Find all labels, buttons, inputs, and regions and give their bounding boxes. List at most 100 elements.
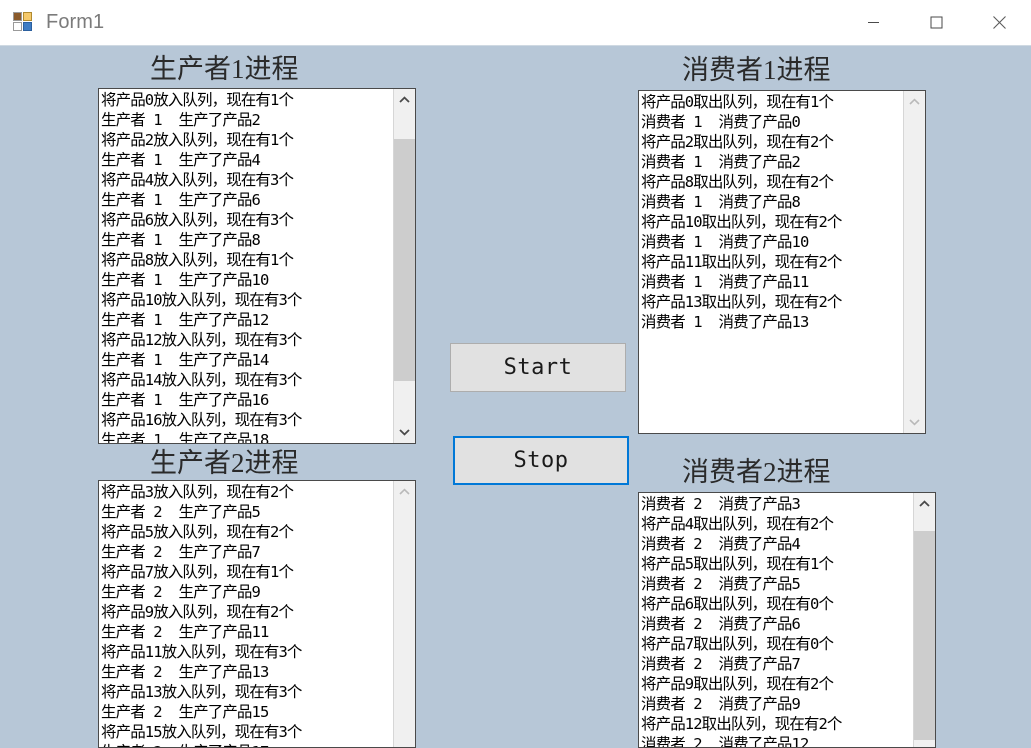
log-line: 将产品6取出队列，现在有0个	[641, 595, 834, 613]
scroll-track[interactable]	[904, 113, 925, 411]
log-line: 消费者 2 消费了产品9	[641, 695, 801, 713]
form-window: Form1 生产者1进程 消费者1进程 生产者2进程 消费者2进程 将产品0放入…	[0, 0, 1031, 748]
log-line: 消费者 1 消费了产品13	[641, 313, 809, 331]
consumer1-scrollbar[interactable]	[903, 91, 925, 433]
log-line: 将产品0取出队列，现在有1个	[641, 93, 834, 111]
log-line: 将产品10放入队列，现在有3个	[101, 291, 302, 309]
log-line: 将产品16放入队列，现在有3个	[101, 411, 302, 429]
scroll-up-button[interactable]	[394, 481, 415, 503]
log-line: 将产品4放入队列，现在有3个	[101, 171, 294, 189]
log-line: 消费者 2 消费了产品5	[641, 575, 801, 593]
producer1-textbox[interactable]: 将产品0放入队列，现在有1个 生产者 1 生产了产品2 将产品2放入队列，现在有1个…	[98, 88, 416, 444]
log-line: 消费者 1 消费了产品0	[641, 113, 801, 131]
chevron-up-icon	[399, 488, 410, 495]
close-button[interactable]	[968, 0, 1031, 45]
consumer2-textbox[interactable]: 消费者 2 消费了产品3 将产品4取出队列，现在有2个 消费者 2 消费了产品4 将产…	[638, 492, 936, 748]
log-line: 消费者 2 消费了产品3	[641, 495, 801, 513]
window-controls	[842, 0, 1031, 45]
scroll-down-button[interactable]	[394, 421, 415, 443]
title-bar: Form1	[0, 0, 1031, 46]
log-line: 将产品8放入队列，现在有1个	[101, 251, 294, 269]
producer1-label: 生产者1进程	[150, 54, 299, 84]
log-line: 将产品0放入队列，现在有1个	[101, 91, 294, 109]
log-line: 生产者 2 生产了产品11	[101, 623, 269, 641]
scroll-up-button[interactable]	[904, 91, 925, 113]
form-designer-icon	[13, 11, 35, 34]
producer2-textbox[interactable]: 将产品3放入队列，现在有2个 生产者 2 生产了产品5 将产品5放入队列，现在有2个…	[98, 480, 416, 748]
log-line: 将产品2取出队列，现在有2个	[641, 133, 834, 151]
log-line: 将产品12取出队列，现在有2个	[641, 715, 842, 733]
chevron-down-icon	[909, 419, 920, 426]
log-line: 生产者 2 生产了产品17	[101, 742, 393, 747]
log-line: 生产者 1 生产了产品2	[101, 111, 261, 129]
log-line: 消费者 2 消费了产品6	[641, 615, 801, 633]
producer1-log-list: 将产品0放入队列，现在有1个 生产者 1 生产了产品2 将产品2放入队列，现在有1个…	[99, 89, 393, 443]
consumer1-log-list: 将产品0取出队列，现在有1个 消费者 1 消费了产品0 将产品2取出队列，现在有2个…	[639, 91, 903, 433]
log-line: 将产品11放入队列，现在有3个	[101, 643, 302, 661]
log-line: 生产者 1 生产了产品6	[101, 191, 261, 209]
scroll-thumb[interactable]	[394, 138, 415, 381]
scroll-up-button[interactable]	[394, 89, 415, 111]
producer1-scrollbar[interactable]	[393, 89, 415, 443]
consumer1-textbox[interactable]: 将产品0取出队列，现在有1个 消费者 1 消费了产品0 将产品2取出队列，现在有2个…	[638, 90, 926, 434]
log-line: 将产品7取出队列，现在有0个	[641, 635, 834, 653]
log-line: 生产者 2 生产了产品7	[101, 543, 261, 561]
producer2-scrollbar[interactable]	[393, 481, 415, 747]
consumer2-label: 消费者2进程	[682, 457, 831, 487]
log-line: 将产品5取出队列，现在有1个	[641, 555, 834, 573]
log-line: 将产品13放入队列，现在有3个	[101, 683, 302, 701]
scroll-thumb[interactable]	[914, 531, 935, 741]
scroll-down-button[interactable]	[904, 411, 925, 433]
log-line: 生产者 1 生产了产品14	[101, 351, 269, 369]
log-line: 将产品12放入队列，现在有3个	[101, 331, 302, 349]
log-line: 将产品9放入队列，现在有2个	[101, 603, 294, 621]
maximize-icon	[930, 16, 943, 29]
log-line: 将产品14放入队列，现在有3个	[101, 371, 302, 389]
producer2-label: 生产者2进程	[150, 448, 299, 478]
log-line: 生产者 2 生产了产品9	[101, 583, 261, 601]
log-line: 将产品13取出队列，现在有2个	[641, 293, 842, 311]
log-line: 生产者 1 生产了产品8	[101, 231, 261, 249]
log-line: 生产者 1 生产了产品16	[101, 391, 269, 409]
log-line: 生产者 1 生产了产品12	[101, 311, 269, 329]
scroll-up-button[interactable]	[914, 493, 935, 515]
log-line: 消费者 1 消费了产品10	[641, 233, 809, 251]
log-line: 将产品3放入队列，现在有2个	[101, 483, 294, 501]
log-line: 将产品9取出队列，现在有2个	[641, 675, 834, 693]
close-icon	[993, 16, 1006, 29]
log-line: 将产品10取出队列，现在有2个	[641, 213, 842, 231]
minimize-button[interactable]	[842, 0, 905, 45]
consumer2-log-list: 消费者 2 消费了产品3 将产品4取出队列，现在有2个 消费者 2 消费了产品4 将产…	[639, 493, 913, 747]
producer2-log-list: 将产品3放入队列，现在有2个 生产者 2 生产了产品5 将产品5放入队列，现在有2个…	[99, 481, 393, 747]
stop-button[interactable]: Stop	[453, 436, 629, 485]
log-line: 生产者 1 生产了产品18	[101, 431, 269, 443]
start-button[interactable]: Start	[450, 343, 626, 392]
log-line: 消费者 1 消费了产品2	[641, 153, 801, 171]
chevron-up-icon	[399, 96, 410, 103]
log-line: 将产品6放入队列，现在有3个	[101, 211, 294, 229]
log-line: 将产品11取出队列，现在有2个	[641, 253, 842, 271]
log-line: 将产品15放入队列，现在有3个	[101, 723, 302, 741]
consumer2-scrollbar[interactable]	[913, 493, 935, 747]
scroll-track[interactable]	[394, 111, 415, 421]
chevron-up-icon	[919, 500, 930, 507]
maximize-button[interactable]	[905, 0, 968, 45]
log-line: 将产品2放入队列，现在有1个	[101, 131, 294, 149]
window-title: Form1	[46, 11, 105, 33]
log-line: 生产者 2 生产了产品15	[101, 703, 269, 721]
scroll-track[interactable]	[914, 515, 935, 747]
log-line: 消费者 2 消费了产品7	[641, 655, 801, 673]
scroll-track[interactable]	[394, 503, 415, 747]
log-line: 消费者 2 消费了产品4	[641, 535, 801, 553]
log-line: 消费者 1 消费了产品8	[641, 193, 801, 211]
consumer1-label: 消费者1进程	[682, 55, 831, 85]
log-line: 生产者 1 生产了产品4	[101, 151, 261, 169]
log-line: 消费者 2 消费了产品12	[641, 735, 809, 747]
log-line: 消费者 1 消费了产品11	[641, 273, 809, 291]
log-line: 生产者 1 生产了产品10	[101, 271, 269, 289]
log-line: 生产者 2 生产了产品13	[101, 663, 269, 681]
log-line: 将产品4取出队列，现在有2个	[641, 515, 834, 533]
chevron-up-icon	[909, 98, 920, 105]
log-line: 生产者 2 生产了产品5	[101, 503, 261, 521]
minimize-icon	[868, 22, 879, 23]
